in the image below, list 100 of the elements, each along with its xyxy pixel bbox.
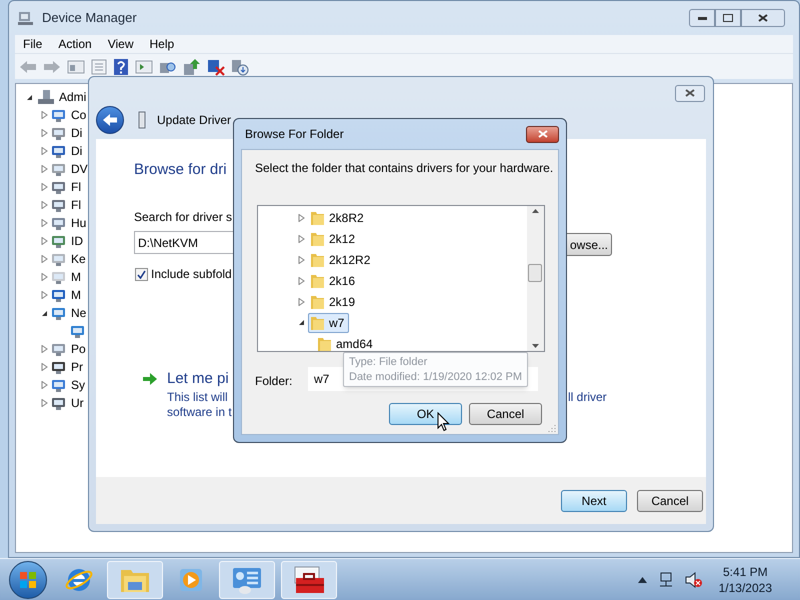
tree-item[interactable]: Pr xyxy=(71,358,83,376)
cancel-button[interactable]: Cancel xyxy=(637,490,703,512)
scroll-thumb[interactable] xyxy=(528,264,542,282)
menu-item[interactable]: Action xyxy=(50,35,100,53)
minimize-button[interactable] xyxy=(689,9,715,27)
tree-item[interactable]: Di xyxy=(71,124,82,142)
expand-arrow-icon[interactable] xyxy=(41,183,48,191)
restore-icon xyxy=(723,14,733,22)
expand-arrow-icon[interactable] xyxy=(41,381,48,389)
forward-arrow-icon[interactable] xyxy=(43,60,61,74)
tree-item[interactable]: Admi xyxy=(59,88,86,106)
folder-item[interactable]: 2k12R2 xyxy=(308,250,376,270)
expand-arrow-icon[interactable] xyxy=(298,214,305,222)
device-icon xyxy=(51,377,67,393)
tree-item[interactable]: Di xyxy=(71,142,82,160)
expand-arrow-icon[interactable] xyxy=(41,255,48,263)
tree-item[interactable]: M xyxy=(71,268,81,286)
tree-view-icon[interactable] xyxy=(67,58,85,74)
folder-icon xyxy=(310,272,325,288)
action-pane-icon[interactable] xyxy=(135,58,153,74)
tree-item[interactable]: Hu xyxy=(71,214,86,232)
device-icon xyxy=(51,287,67,303)
resize-grip-icon[interactable] xyxy=(547,423,556,432)
expand-arrow-icon[interactable] xyxy=(41,399,48,407)
close-icon xyxy=(538,130,548,138)
clock-date[interactable]: 1/13/2023 xyxy=(718,580,772,596)
tree-item[interactable]: Ke xyxy=(71,250,86,268)
folder-item[interactable]: 2k16 xyxy=(308,270,360,290)
expand-arrow-icon[interactable] xyxy=(41,165,48,173)
tree-item[interactable]: Po xyxy=(71,340,86,358)
tree-item[interactable]: ID xyxy=(71,232,83,250)
collapse-arrow-icon[interactable] xyxy=(41,310,48,316)
close-button[interactable] xyxy=(526,126,559,142)
cancel-button[interactable]: Cancel xyxy=(469,403,542,425)
window-title: Device Manager xyxy=(42,9,137,28)
device-icon xyxy=(51,305,67,321)
tree-item[interactable]: M xyxy=(71,286,81,304)
next-button[interactable]: Next xyxy=(561,490,627,512)
start-button[interactable] xyxy=(9,560,47,598)
back-arrow-icon[interactable] xyxy=(19,60,37,74)
tree-item[interactable]: Fl xyxy=(71,196,81,214)
expand-arrow-icon[interactable] xyxy=(41,345,48,353)
muted-speaker-icon[interactable] xyxy=(684,572,703,588)
update-driver-icon[interactable] xyxy=(183,58,201,76)
expand-arrow-icon[interactable] xyxy=(41,363,48,371)
device-icon xyxy=(51,143,67,159)
computer-icon xyxy=(37,89,55,105)
expand-arrow-icon[interactable] xyxy=(41,237,48,245)
expand-arrow-icon[interactable] xyxy=(298,276,305,284)
device-icon xyxy=(51,197,67,213)
scroll-down-icon[interactable] xyxy=(532,344,539,348)
collapse-arrow-icon[interactable] xyxy=(298,319,305,326)
folder-item[interactable]: 2k12 xyxy=(308,228,360,248)
tree-item[interactable]: Sy xyxy=(71,376,86,394)
tree-item[interactable]: Ne xyxy=(71,304,86,322)
maximize-button[interactable] xyxy=(715,9,741,27)
tree-item[interactable]: Fl xyxy=(71,178,81,196)
expand-arrow-icon[interactable] xyxy=(298,234,305,242)
expand-arrow-icon[interactable] xyxy=(41,219,48,227)
folder-item[interactable]: w7 xyxy=(308,312,350,332)
device-icon xyxy=(51,179,67,195)
close-button[interactable] xyxy=(741,9,785,27)
folder-item[interactable]: amd64 xyxy=(315,334,378,354)
device-icon xyxy=(51,341,67,357)
back-button[interactable] xyxy=(96,106,124,134)
disable-device-icon[interactable] xyxy=(231,58,249,76)
expand-arrow-icon[interactable] xyxy=(298,298,305,306)
properties-icon[interactable] xyxy=(91,58,107,74)
include-subfolders-checkbox[interactable] xyxy=(135,268,148,280)
expand-arrow-icon[interactable] xyxy=(41,129,48,137)
device-icon xyxy=(51,107,67,123)
tooltip-line: Date modified: 1/19/2020 12:02 PM xyxy=(349,370,522,385)
option-description: This list will xyxy=(167,389,228,406)
expand-arrow-icon[interactable] xyxy=(41,147,48,155)
tree-item[interactable]: Co xyxy=(71,106,86,124)
expand-arrow-icon[interactable] xyxy=(41,111,48,119)
taskbar-button[interactable] xyxy=(281,560,337,598)
tree-item[interactable]: Ur xyxy=(71,394,84,412)
scroll-up-icon[interactable] xyxy=(532,209,539,213)
clock-time[interactable]: 5:41 PM xyxy=(722,564,768,580)
tree-item[interactable]: DV xyxy=(71,160,88,178)
windows-logo-icon xyxy=(19,570,37,588)
uninstall-icon[interactable] xyxy=(207,58,225,76)
device-icon xyxy=(51,269,67,285)
show-hidden-icons-icon[interactable] xyxy=(638,576,647,582)
folder-item[interactable]: 2k19 xyxy=(308,292,360,312)
menu-item[interactable]: Help xyxy=(142,35,182,53)
menu-item[interactable]: File xyxy=(15,35,50,53)
close-button[interactable] xyxy=(675,84,705,102)
folder-item[interactable]: 2k8R2 xyxy=(308,208,369,228)
expand-arrow-icon[interactable] xyxy=(41,273,48,281)
menu-item[interactable]: View xyxy=(100,35,142,53)
expand-arrow-icon[interactable] xyxy=(41,291,48,299)
scrollbar[interactable] xyxy=(527,206,544,351)
collapse-arrow-icon[interactable] xyxy=(26,94,33,100)
expand-arrow-icon[interactable] xyxy=(41,201,48,209)
expand-arrow-icon[interactable] xyxy=(298,256,305,264)
help-icon[interactable] xyxy=(113,58,129,76)
folder-icon xyxy=(310,210,325,226)
ok-button[interactable]: OK xyxy=(389,403,462,425)
